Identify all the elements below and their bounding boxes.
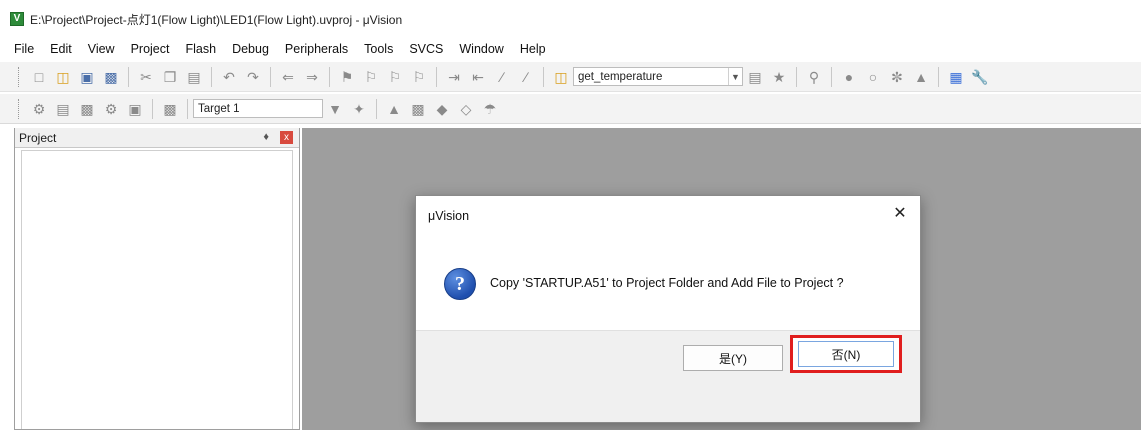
manage-runtime-icon[interactable]: ◆ bbox=[433, 100, 451, 118]
build-toolbar: ⚙ ▤ ▩ ⚙ ▣ ▩ Target 1 ▼ ✦ ▲ ▩ ◆ ◇ ☂ bbox=[0, 94, 1141, 124]
toolbar-separator bbox=[831, 66, 832, 87]
toolbar-grip[interactable] bbox=[18, 66, 21, 87]
toolbar-separator bbox=[270, 66, 271, 87]
open-folder-icon[interactable]: ◫ bbox=[54, 68, 72, 86]
stop-build-icon[interactable]: ▣ bbox=[126, 100, 144, 118]
target-options-icon[interactable]: ✦ bbox=[350, 100, 368, 118]
toolbar-separator bbox=[128, 66, 129, 87]
target-combo[interactable]: Target 1 bbox=[193, 99, 323, 118]
menu-window[interactable]: Window bbox=[459, 42, 503, 56]
download-icon[interactable]: ▩ bbox=[161, 100, 179, 118]
dialog-message: Copy 'STARTUP.A51' to Project Folder and… bbox=[490, 276, 844, 290]
dialog-title: μVision bbox=[428, 209, 470, 223]
window-layout-icon[interactable]: ▦ bbox=[947, 68, 965, 86]
comment-icon[interactable]: ∕ bbox=[493, 68, 511, 86]
disable-breakpoint-icon[interactable]: ○ bbox=[864, 68, 882, 86]
disable-all-breakpoints-icon[interactable]: ✼ bbox=[888, 68, 906, 86]
incremental-find-icon[interactable]: ▤ bbox=[746, 68, 764, 86]
next-bookmark-icon[interactable]: ⚐ bbox=[386, 68, 404, 86]
debug-session-icon[interactable]: ⚲ bbox=[805, 68, 823, 86]
find-in-files-icon[interactable]: ◫ bbox=[552, 68, 570, 86]
uncomment-icon[interactable]: ∕ bbox=[517, 68, 535, 86]
translate-icon[interactable]: ⚙ bbox=[30, 100, 48, 118]
no-button-label: 否(N) bbox=[831, 347, 861, 362]
menu-help[interactable]: Help bbox=[520, 42, 546, 56]
toolbar-grip[interactable] bbox=[18, 98, 21, 119]
toolbar-separator bbox=[329, 66, 330, 87]
menu-bar: File Edit View Project Flash Debug Perip… bbox=[0, 38, 1141, 60]
close-icon[interactable]: x bbox=[280, 131, 293, 144]
chevron-down-icon[interactable]: ▼ bbox=[728, 68, 742, 85]
toolbar-separator bbox=[152, 98, 153, 119]
save-all-icon[interactable]: ▩ bbox=[102, 68, 120, 86]
project-panel-title: Project bbox=[19, 130, 57, 145]
toolbar-separator bbox=[211, 66, 212, 87]
rebuild-icon[interactable]: ▩ bbox=[78, 100, 96, 118]
copy-file-dialog: μVision ✕ ? Copy 'STARTUP.A51' to Projec… bbox=[415, 195, 921, 423]
copy-icon[interactable]: ❐ bbox=[161, 68, 179, 86]
no-button[interactable]: 否(N) bbox=[790, 335, 902, 373]
multi-project-icon[interactable]: ☂ bbox=[481, 100, 499, 118]
manage-project-items-icon[interactable]: ▲ bbox=[385, 100, 403, 118]
close-icon[interactable]: ✕ bbox=[890, 203, 910, 223]
menu-view[interactable]: View bbox=[88, 42, 115, 56]
find-icon[interactable]: ★ bbox=[770, 68, 788, 86]
yes-button-label: 是(Y) bbox=[719, 351, 747, 366]
menu-file[interactable]: File bbox=[14, 42, 34, 56]
configure-icon[interactable]: 🔧 bbox=[971, 68, 989, 86]
menu-project[interactable]: Project bbox=[131, 42, 170, 56]
batch-build-icon[interactable]: ⚙ bbox=[102, 100, 120, 118]
indent-icon[interactable]: ⇥ bbox=[445, 68, 463, 86]
window-titlebar: V E:\Project\Project-点灯1(Flow Light)\LED… bbox=[0, 0, 1141, 38]
save-icon[interactable]: ▣ bbox=[78, 68, 96, 86]
menu-peripherals[interactable]: Peripherals bbox=[285, 42, 348, 56]
breakpoint-icon[interactable]: ● bbox=[840, 68, 858, 86]
unindent-icon[interactable]: ⇤ bbox=[469, 68, 487, 86]
menu-flash[interactable]: Flash bbox=[185, 42, 216, 56]
toolbar-separator bbox=[796, 66, 797, 87]
toolbar-separator bbox=[543, 66, 544, 87]
undo-icon[interactable]: ↶ bbox=[220, 68, 238, 86]
uvision-app-icon: V bbox=[10, 12, 24, 26]
project-panel: Project ♦ x bbox=[14, 128, 300, 430]
clear-bookmarks-icon[interactable]: ⚐ bbox=[410, 68, 428, 86]
project-panel-header: Project ♦ x bbox=[15, 128, 299, 148]
new-file-icon[interactable]: □ bbox=[30, 68, 48, 86]
target-combo-value: Target 1 bbox=[198, 102, 240, 115]
select-packs-icon[interactable]: ▩ bbox=[409, 100, 427, 118]
navigate-forward-icon[interactable]: ⇒ bbox=[303, 68, 321, 86]
window-title: E:\Project\Project-点灯1(Flow Light)\LED1(… bbox=[30, 12, 403, 27]
toolbar-separator bbox=[376, 98, 377, 119]
chevron-down-icon[interactable]: ▼ bbox=[326, 100, 344, 118]
kill-all-breakpoints-icon[interactable]: ▲ bbox=[912, 68, 930, 86]
pack-installer-icon[interactable]: ◇ bbox=[457, 100, 475, 118]
navigate-back-icon[interactable]: ⇐ bbox=[279, 68, 297, 86]
redo-icon[interactable]: ↷ bbox=[244, 68, 262, 86]
menu-edit[interactable]: Edit bbox=[50, 42, 72, 56]
function-combo[interactable]: get_temperature ▼ bbox=[573, 67, 743, 86]
paste-icon[interactable]: ▤ bbox=[185, 68, 203, 86]
function-combo-value: get_temperature bbox=[578, 70, 663, 83]
menu-tools[interactable]: Tools bbox=[364, 42, 393, 56]
pin-icon[interactable]: ♦ bbox=[263, 131, 269, 143]
no-button-focus: 否(N) bbox=[798, 341, 894, 367]
bookmark-icon[interactable]: ⚑ bbox=[338, 68, 356, 86]
toolbar-separator bbox=[436, 66, 437, 87]
toolbar-separator bbox=[938, 66, 939, 87]
prev-bookmark-icon[interactable]: ⚐ bbox=[362, 68, 380, 86]
yes-button[interactable]: 是(Y) bbox=[683, 345, 783, 371]
menu-svcs[interactable]: SVCS bbox=[409, 42, 443, 56]
question-icon: ? bbox=[444, 268, 476, 300]
menu-debug[interactable]: Debug bbox=[232, 42, 269, 56]
toolbar-separator bbox=[187, 98, 188, 119]
cut-icon[interactable]: ✂ bbox=[137, 68, 155, 86]
main-toolbar: □ ◫ ▣ ▩ ✂ ❐ ▤ ↶ ↷ ⇐ ⇒ ⚑ ⚐ ⚐ ⚐ ⇥ ⇤ ∕ ∕ ◫ … bbox=[0, 62, 1141, 92]
build-icon[interactable]: ▤ bbox=[54, 100, 72, 118]
project-tree[interactable] bbox=[21, 150, 293, 429]
